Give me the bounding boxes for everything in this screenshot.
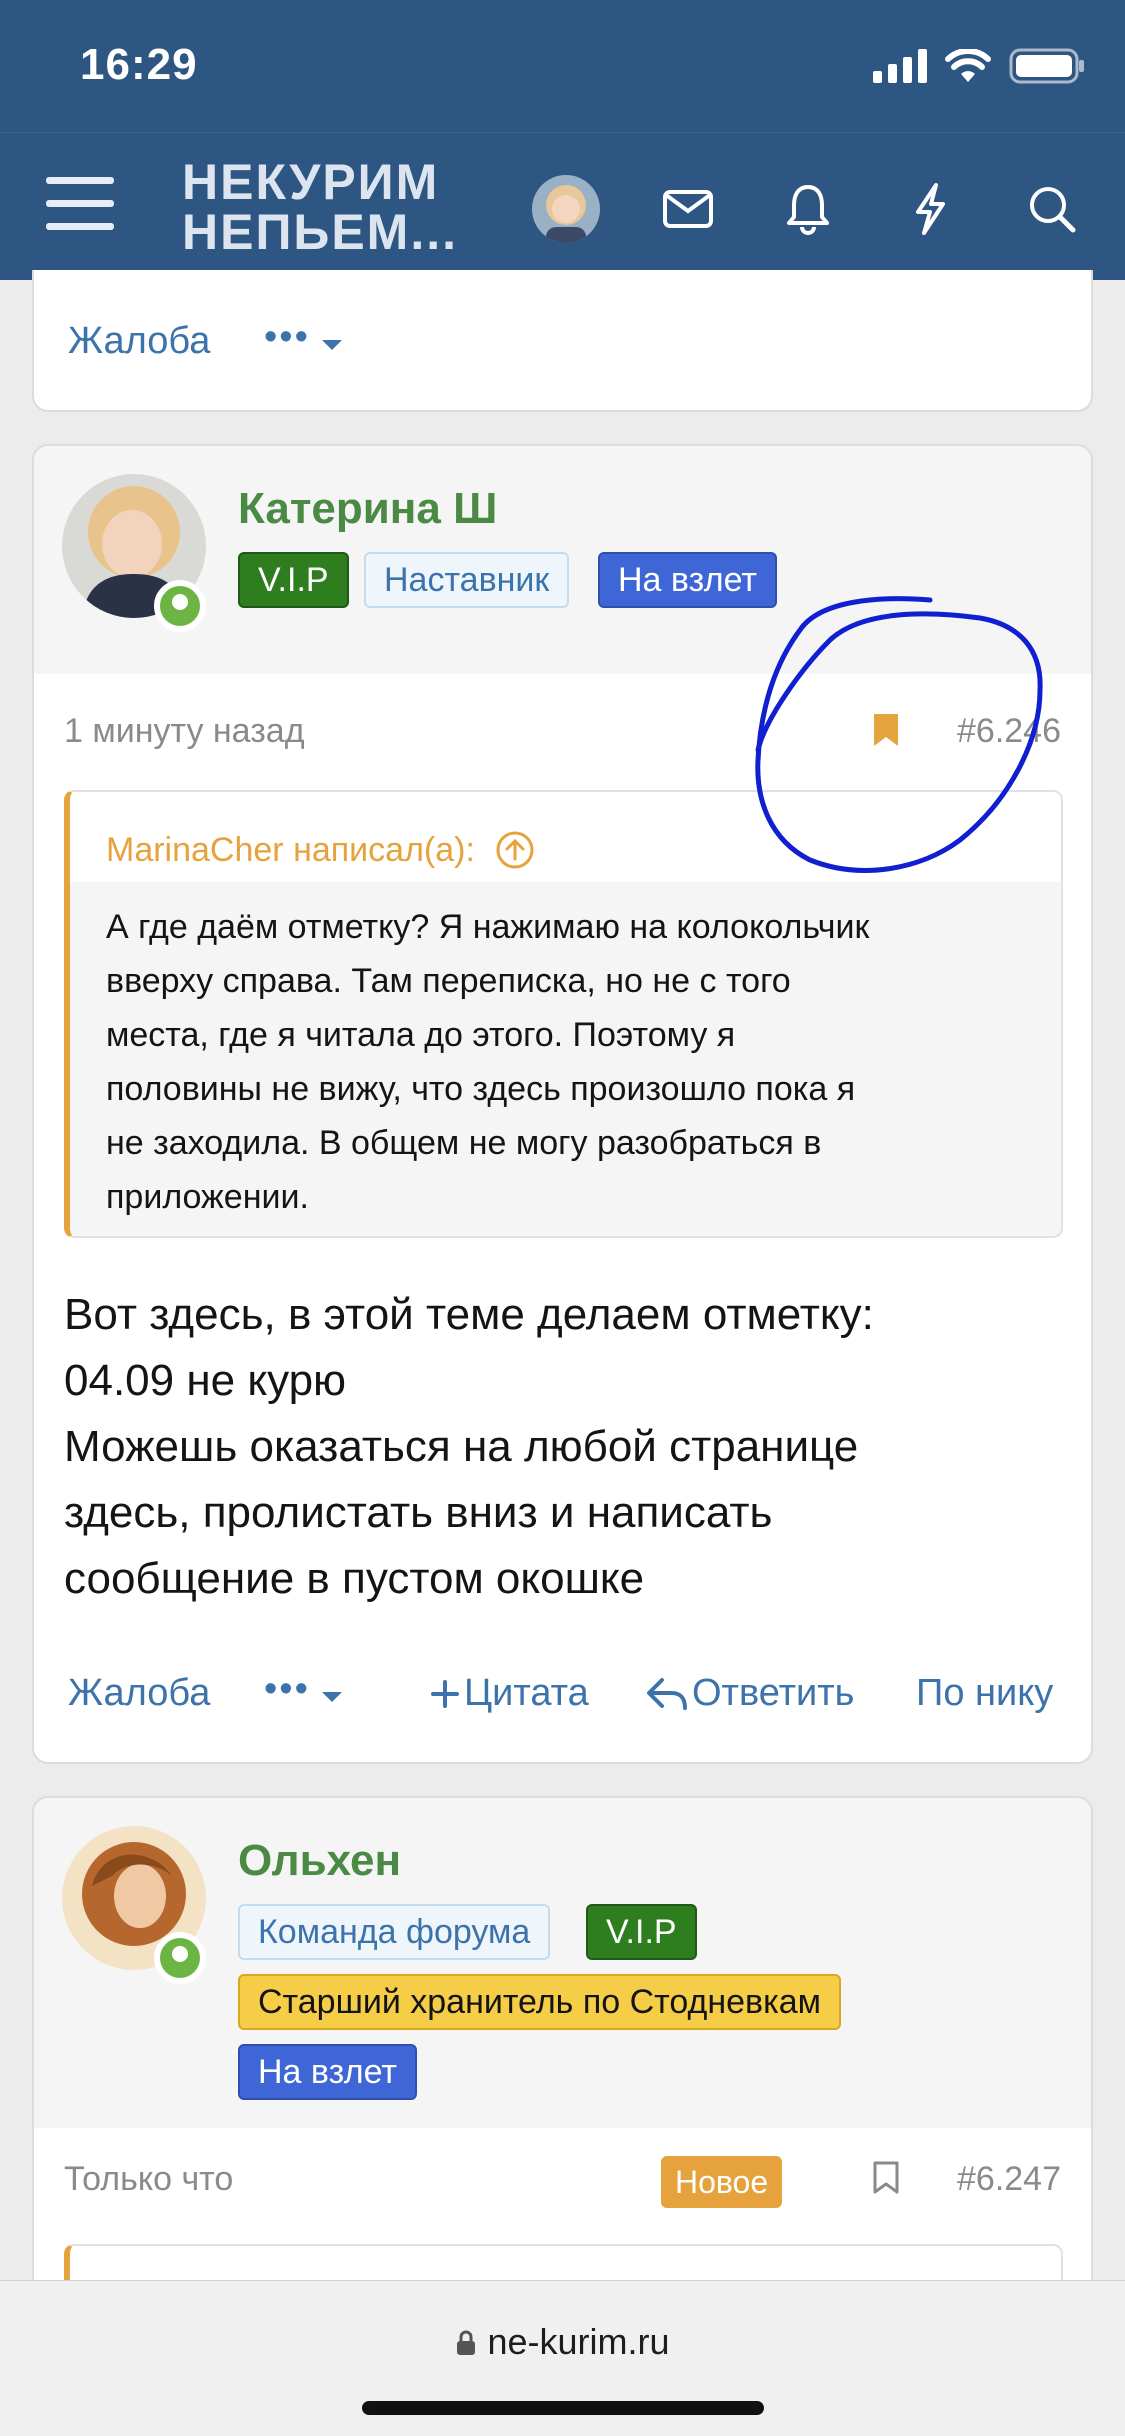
quote-header[interactable]: MarinaCher написал(а): [70, 792, 1061, 882]
post-number[interactable]: #6.246 [957, 712, 1061, 751]
quote-line: вверху справа. Там переписка, но не с то… [106, 962, 791, 1000]
arrow-up-circle-icon[interactable] [495, 830, 535, 870]
post-card: Катерина Ш V.I.P Наставник На взлет 1 ми… [32, 444, 1093, 1764]
bell-icon[interactable] [772, 173, 844, 245]
quote-line: А где даём отметку? Я нажимаю на колокол… [106, 908, 870, 946]
post-body: Вот здесь, в этой теме делаем отметку: 0… [64, 1282, 1064, 1612]
wifi-icon [945, 49, 991, 82]
url-field[interactable]: ne-kurim.ru [0, 2321, 1125, 2363]
badge-senior-keeper: Старший хранитель по Стодневкам [238, 1974, 841, 2030]
cellular-signal-icon [873, 49, 927, 83]
quote-line: места, где я читала до этого. Поэтому я [106, 1016, 736, 1054]
quote-line: приложении. [106, 1178, 309, 1216]
status-icons [873, 46, 1085, 86]
browser-address-bar: ne-kurim.ru [0, 2280, 1125, 2436]
chevron-down-icon [322, 1691, 343, 1702]
by-nick-button[interactable]: По нику [916, 1672, 1053, 1715]
url-text: ne-kurim.ru [487, 2321, 670, 2362]
menu-icon[interactable] [46, 177, 114, 237]
reply-label: Ответить [692, 1672, 855, 1714]
quote-block: MarinaCher написал(а): А где даём отметк… [64, 790, 1063, 1238]
more-dots-icon: ••• [264, 316, 310, 358]
more-menu-button[interactable]: ••• [264, 316, 344, 359]
quote-label: Цитата [464, 1672, 589, 1714]
chevron-down-icon [322, 339, 343, 350]
quote-author[interactable]: MarinaCher написал(а): [106, 831, 475, 870]
post-line: сообщение в пустом окошке [64, 1554, 645, 1603]
post-time[interactable]: 1 минуту назад [64, 712, 305, 751]
lock-icon [457, 2330, 476, 2355]
quote-button[interactable]: Цитата [430, 1672, 589, 1715]
report-link[interactable]: Жалоба [68, 320, 210, 363]
search-icon[interactable] [1016, 173, 1088, 245]
app-header: НЕКУРИМ НЕПЬЕМ... [0, 132, 1125, 280]
previous-post-card: Жалоба ••• [32, 270, 1093, 412]
post-card: Ольхен Команда форума V.I.P Старший хран… [32, 1796, 1093, 2316]
quote-line: не заходила. В общем не могу разобраться… [106, 1124, 822, 1162]
status-time: 16:29 [80, 40, 198, 89]
more-dots-icon: ••• [264, 1668, 310, 1710]
reply-button[interactable]: Ответить [646, 1672, 854, 1715]
badge-takeoff: На взлет [238, 2044, 417, 2100]
post-time[interactable]: Только что [64, 2160, 233, 2199]
post-line: Вот здесь, в этой теме делаем отметку: [64, 1290, 874, 1339]
bookmark-icon[interactable] [872, 712, 900, 748]
new-badge: Новое [661, 2156, 783, 2208]
badge-mentor: Наставник [364, 552, 570, 608]
battery-icon [1009, 48, 1084, 84]
post-header: Катерина Ш V.I.P Наставник На взлет [34, 446, 1091, 674]
quote-line: половины не вижу, что здесь произошло по… [106, 1070, 856, 1108]
lightning-icon[interactable] [894, 173, 966, 245]
user-avatar[interactable] [532, 175, 600, 243]
post-line: 04.09 не курю [64, 1356, 347, 1405]
site-logo[interactable]: НЕКУРИМ НЕПЬЕМ... [182, 157, 462, 257]
status-bar: 16:29 [0, 0, 1125, 132]
badge-takeoff: На взлет [598, 552, 777, 608]
quote-text: А где даём отметку? Я нажимаю на колокол… [70, 882, 1061, 1236]
bookmark-outline-icon[interactable] [872, 2160, 900, 2196]
post-header: Ольхен Команда форума V.I.P Старший хран… [34, 1798, 1091, 2128]
post-number[interactable]: #6.247 [957, 2160, 1061, 2199]
badge-vip: V.I.P [586, 1904, 697, 1960]
badge-forum-team: Команда форума [238, 1904, 551, 1960]
badge-vip: V.I.P [238, 552, 349, 608]
report-link[interactable]: Жалоба [68, 1672, 210, 1715]
online-status-icon [154, 580, 206, 632]
online-status-icon [154, 1932, 206, 1984]
post-line: Можешь оказаться на любой странице [64, 1422, 859, 1471]
username[interactable]: Ольхен [238, 1836, 401, 1886]
home-indicator[interactable] [362, 2401, 764, 2415]
plus-icon [431, 1679, 459, 1708]
reply-icon [647, 1677, 687, 1710]
inbox-icon[interactable] [652, 173, 724, 245]
username[interactable]: Катерина Ш [238, 484, 497, 534]
more-menu-button[interactable]: ••• [264, 1668, 344, 1711]
post-line: здесь, пролистать вниз и написать [64, 1488, 773, 1537]
